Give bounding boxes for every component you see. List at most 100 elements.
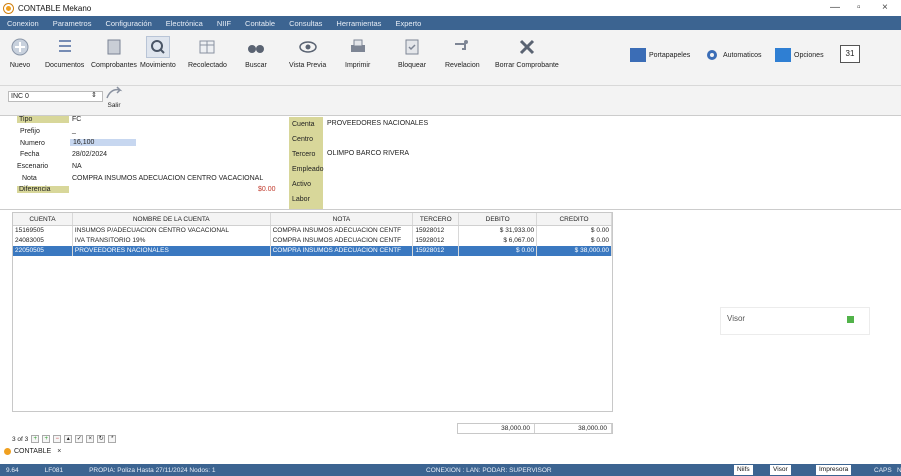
menu-configuracion[interactable]: Configuración: [98, 19, 158, 28]
fecha-label: Fecha: [20, 151, 40, 158]
nuevo-button[interactable]: Nuevo: [8, 36, 32, 69]
prefijo-label: Prefijo: [20, 128, 40, 135]
menu-niif[interactable]: NIIF: [210, 19, 238, 28]
bloquear-button[interactable]: Bloquear: [398, 36, 426, 69]
salir-button[interactable]: Salir: [105, 86, 123, 109]
add-row-icon[interactable]: +: [31, 435, 40, 443]
empleado-label: Empleado: [292, 166, 324, 173]
cell-nota: COMPRA INSUMOS ADECUACION CENTF: [271, 246, 414, 256]
impresora-checkbox[interactable]: Impresora: [816, 465, 852, 475]
list-icon: [53, 36, 77, 58]
prefijo-field[interactable]: _: [72, 127, 76, 134]
close-tab-icon[interactable]: ×: [57, 448, 61, 455]
app-tab-icon: [4, 447, 11, 455]
bloquear-label: Bloquear: [398, 62, 427, 69]
col-nota[interactable]: NOTA: [271, 213, 414, 225]
inc-row: INC 0 ⇕ Salir: [0, 86, 901, 116]
inc-select[interactable]: INC 0: [8, 91, 103, 102]
menu-experto[interactable]: Experto: [388, 19, 428, 28]
menu-consultas[interactable]: Consultas: [282, 19, 329, 28]
borrar-comprobante-button[interactable]: Borrar Comprobante: [495, 36, 559, 69]
col-nombre[interactable]: NOMBRE DE LA CUENTA: [73, 213, 271, 225]
table-row-selected[interactable]: 22050505 PROVEEDORES NACIONALES COMPRA I…: [13, 246, 612, 256]
revelacion-button[interactable]: Revelacion: [445, 36, 480, 69]
title-bar: CONTABLE Mekano — ▫ ×: [0, 0, 901, 16]
numero-label: Numero: [20, 140, 45, 147]
minimize-button[interactable]: —: [830, 2, 840, 13]
col-credito[interactable]: CREDITO: [537, 213, 612, 225]
opciones-button[interactable]: Opciones: [775, 48, 824, 62]
portapapeles-button[interactable]: Portapapeles: [630, 48, 690, 62]
nota-label: Nota: [22, 175, 37, 182]
cuenta-field[interactable]: PROVEEDORES NACIONALES: [327, 120, 428, 127]
movimiento-button[interactable]: Movimiento: [140, 36, 176, 69]
menu-parametros[interactable]: Parametros: [46, 19, 99, 28]
automaticos-label: Automaticos: [723, 51, 762, 59]
recolectado-button[interactable]: Recolectado: [188, 36, 227, 69]
tipo-field[interactable]: FC: [72, 116, 81, 123]
move-up-icon[interactable]: ▴: [64, 435, 73, 443]
fecha-field[interactable]: 28/02/2024: [72, 151, 107, 158]
nota-field[interactable]: COMPRA INSUMOS ADECUACION CENTRO VACACIO…: [72, 175, 263, 182]
cell-debito: $ 31,933.00: [459, 226, 538, 236]
calendar-icon: 31: [840, 45, 860, 63]
document-form: Tipo FC Prefijo _ Numero 16,100 Fecha 28…: [0, 116, 901, 210]
cell-cuenta: 24083005: [13, 236, 73, 246]
niifs-checkbox[interactable]: Niifs: [734, 465, 753, 475]
menu-conexion[interactable]: Conexion: [0, 19, 46, 28]
menu-contable[interactable]: Contable: [238, 19, 282, 28]
visor-label: Visor: [727, 314, 746, 323]
comprobantes-button[interactable]: Comprobantes: [91, 36, 137, 69]
bookmark-icon[interactable]: *: [108, 435, 117, 443]
cell-credito: $ 0.00: [537, 236, 612, 246]
table-row[interactable]: 15169505 INSUMOS P/ADECUACION CENTRO VAC…: [13, 226, 612, 236]
escenario-field[interactable]: NA: [72, 163, 82, 170]
cell-nombre: IVA TRANSITORIO 19%: [73, 236, 271, 246]
search-doc-icon: [145, 36, 170, 58]
window-title: CONTABLE Mekano: [18, 3, 92, 13]
num-indicator: N: [897, 466, 901, 474]
visor-panel[interactable]: Visor: [720, 307, 870, 335]
visor-status-icon: [847, 316, 854, 323]
table-row[interactable]: 24083005 IVA TRANSITORIO 19% COMPRA INSU…: [13, 236, 612, 246]
col-debito[interactable]: DEBITO: [459, 213, 538, 225]
imprimir-button[interactable]: Imprimir: [345, 36, 370, 69]
total-debito: 38,000.00: [458, 424, 535, 433]
tercero-label: Tercero: [292, 151, 316, 158]
vista-previa-label: Vista Previa: [289, 62, 327, 69]
col-cuenta[interactable]: CUENTA: [13, 213, 73, 225]
tercero-field[interactable]: OLIMPO BARCO RIVERA: [327, 150, 409, 157]
cancel-icon[interactable]: ×: [86, 435, 95, 443]
menu-herramientas[interactable]: Herramientas: [329, 19, 388, 28]
record-navigator: 3 of 3 + + − ▴ ✓ × ↻ *: [12, 433, 117, 445]
documentos-button[interactable]: Documentos: [45, 36, 84, 69]
numero-field[interactable]: 16,100: [70, 139, 136, 146]
tab-contable[interactable]: CONTABLE ×: [4, 447, 61, 455]
visor-checkbox[interactable]: Visor: [770, 465, 791, 475]
cell-credito: $ 38,000.00: [537, 246, 612, 256]
status-code: LF081: [44, 466, 64, 474]
cell-debito: $ 6,067.00: [459, 236, 538, 246]
status-left: 9.64: [6, 466, 19, 474]
escenario-label: Escenario: [17, 163, 49, 170]
buscar-button[interactable]: Buscar: [244, 36, 268, 69]
revelacion-label: Revelacion: [445, 62, 480, 69]
vista-previa-button[interactable]: Vista Previa: [289, 36, 326, 69]
delete-row-icon[interactable]: −: [53, 435, 62, 443]
automaticos-button[interactable]: Automaticos: [704, 48, 762, 62]
cell-nota: COMPRA INSUMOS ADECUACION CENTF: [271, 236, 414, 246]
maximize-button[interactable]: ▫: [857, 2, 861, 13]
spin-icon[interactable]: ⇕: [91, 91, 97, 99]
calendar-button[interactable]: 31: [840, 45, 860, 63]
tab-contable-label: CONTABLE: [14, 447, 52, 455]
close-button[interactable]: ×: [882, 2, 888, 13]
diferencia-value: $0.00: [258, 186, 276, 193]
grid-header: CUENTA NOMBRE DE LA CUENTA NOTA TERCERO …: [13, 213, 612, 226]
col-tercero[interactable]: TERCERO: [413, 213, 460, 225]
centro-label: Centro: [292, 136, 314, 143]
menu-electronica[interactable]: Electrónica: [159, 19, 210, 28]
confirm-icon[interactable]: ✓: [75, 435, 84, 443]
refresh-icon[interactable]: ↻: [97, 435, 106, 443]
insert-row-icon[interactable]: +: [42, 435, 51, 443]
opciones-label: Opciones: [794, 51, 824, 59]
